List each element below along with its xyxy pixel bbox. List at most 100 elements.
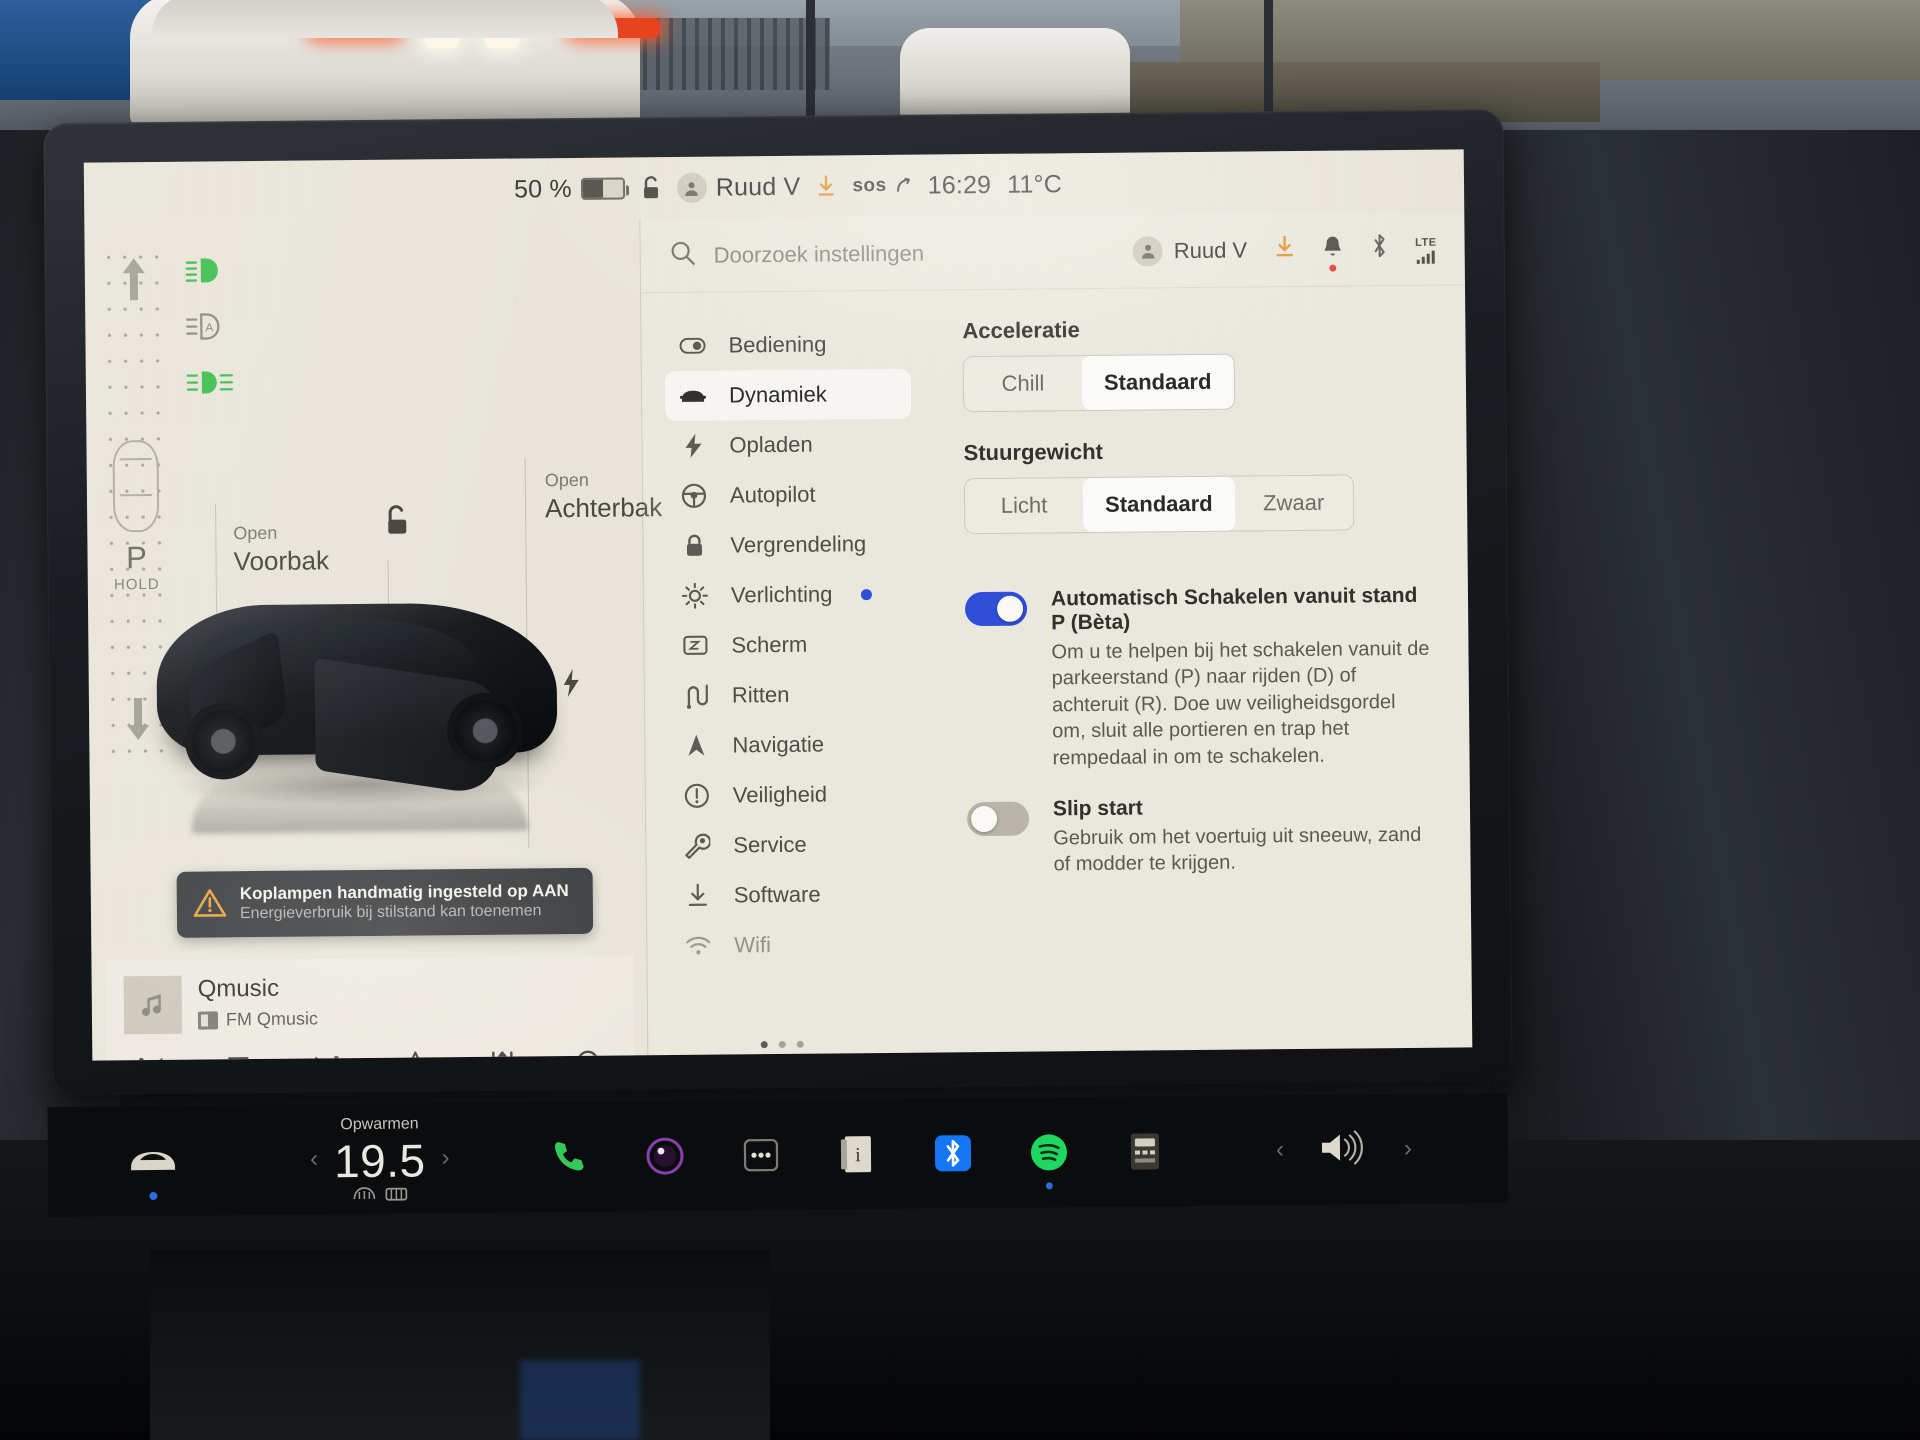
temp-decrease-button[interactable]: ‹ [310,1145,318,1173]
bluetooth-icon[interactable] [1369,233,1389,264]
page-dot [796,1040,804,1048]
next-button[interactable] [309,1051,343,1061]
media-player[interactable]: Qmusic FM Qmusic [105,955,635,1061]
speaker-volume-icon[interactable] [1318,1128,1370,1171]
camera-app-icon[interactable] [641,1133,687,1179]
reverse-light-left [425,34,459,48]
sidebar-item-opladen[interactable]: Opladen [665,419,911,471]
owners-manual-icon[interactable]: i [833,1131,879,1177]
settings-profile-chip[interactable]: Ruud V [1132,235,1248,267]
vehicle-front-wheel [184,702,262,780]
search-media-button[interactable] [574,1048,606,1061]
sidebar-item-label: Software [733,881,821,908]
previous-button[interactable] [134,1053,168,1061]
tail-light-right [570,18,660,38]
car-front-icon[interactable] [126,1142,180,1200]
sidebar-item-label: Scherm [731,631,808,658]
unlocked-padlock-icon[interactable] [641,175,661,201]
steering-option-standaard[interactable]: Standaard [1082,476,1235,533]
search-input[interactable]: Doorzoek instellingen [670,236,1115,271]
exclamation-circle-icon [683,783,711,809]
favorite-button[interactable] [399,1050,431,1061]
clock-label: 16:29 [927,170,992,200]
touchscreen-bezel: 50 % Ruud V sos 16:29 11°C P HOLD A Open… [43,109,1513,1095]
lte-signal-icon[interactable]: LTE [1415,233,1437,264]
download-icon[interactable] [1273,235,1295,264]
sidebar-item-label: Service [733,831,807,858]
media-title: Qmusic [197,974,280,1003]
volume-up-button[interactable]: › [1404,1135,1412,1163]
steering-option-licht[interactable]: Licht [965,478,1084,533]
acceleration-option-chill[interactable]: Chill [964,356,1083,411]
sidebar-item-verlichting[interactable]: Verlichting [667,569,913,621]
unlocked-padlock-icon[interactable] [383,504,411,543]
sidebar-item-label: Veiligheid [732,781,828,808]
vehicle-rear-wheel [446,692,524,770]
calculator-app-icon[interactable] [1121,1128,1167,1174]
sos-label: sos [852,174,887,197]
sidebar-item-veiligheid[interactable]: Veiligheid [669,769,915,821]
white-car-right [900,28,1130,120]
settings-content: Acceleratie Chill Standaard Stuurgewicht… [928,285,1472,1052]
music-note-icon [141,993,161,1016]
steering-segmented-control[interactable]: Licht Standaard Zwaar [963,474,1354,535]
toggle-switch-icon [678,337,706,354]
sidebar-item-navigatie[interactable]: Navigatie [668,719,914,771]
svg-text:i: i [855,1144,861,1166]
vehicle-3d-render[interactable] [128,550,591,844]
sidebar-item-ritten[interactable]: Ritten [668,669,914,721]
phone-app-icon[interactable] [545,1134,591,1180]
charge-bolt-icon[interactable] [561,668,583,703]
profile-chip[interactable]: Ruud V [676,172,801,203]
sidebar-item-label: Navigatie [732,731,825,758]
arrow-up-icon[interactable] [119,256,149,307]
settings-nav[interactable]: Bediening Dynamiek Opladen Autopilot Ver… [642,291,935,1056]
search-placeholder: Doorzoek instellingen [713,240,925,268]
sidebar-item-dynamiek[interactable]: Dynamiek [664,368,912,422]
sidebar-item-label: Wifi [734,932,772,958]
navigation-arrow-icon [682,733,710,759]
steering-wheel-icon [680,483,708,509]
slip-start-setting-row: Slip start Gebruik om het voertuig uit s… [966,794,1435,879]
battery-status[interactable]: 50 % [514,174,625,204]
sidebar-item-software[interactable]: Software [670,869,916,921]
lte-label: LTE [1415,236,1437,249]
temp-increase-button[interactable]: › [441,1144,449,1172]
volume-down-button[interactable]: ‹ [1276,1136,1284,1164]
steering-title: Stuurgewicht [963,438,1104,466]
sidebar-item-bediening[interactable]: Bediening [664,319,910,371]
equalizer-button[interactable] [487,1050,519,1061]
stop-button[interactable] [224,1052,254,1061]
active-app-dot [1045,1182,1053,1190]
slip-start-toggle[interactable] [966,801,1030,837]
reverse-light-right [485,34,519,48]
bluetooth-app-icon[interactable] [929,1130,975,1176]
sidebar-item-label: Opladen [729,431,813,458]
bell-icon[interactable] [1321,235,1343,272]
tesla-touchscreen[interactable]: 50 % Ruud V sos 16:29 11°C P HOLD A Open… [83,149,1473,1061]
spotify-app-icon[interactable] [1025,1129,1071,1190]
sos-button[interactable]: sos [852,175,911,198]
app-launcher-row: i [545,1128,1167,1190]
volume-control[interactable]: ‹ › [1276,1127,1412,1171]
sidebar-item-scherm[interactable]: Scherm [667,619,913,671]
acceleration-option-standaard[interactable]: Standaard [1081,354,1234,411]
acceleration-segmented-control[interactable]: Chill Standaard [962,353,1235,413]
sidebar-item-vergrendeling[interactable]: Vergrendeling [666,519,912,571]
auto-shift-toggle[interactable] [964,591,1028,627]
sidebar-item-wifi[interactable]: Wifi [670,919,916,971]
warning-toast[interactable]: Koplampen handmatig ingesteld op AAN Ene… [176,867,594,938]
sidebar-item-autopilot[interactable]: Autopilot [666,469,912,521]
download-icon[interactable] [816,174,836,198]
more-apps-icon[interactable] [737,1132,783,1178]
sun-brightness-icon [681,582,709,609]
page-indicator-dots [760,1040,804,1049]
sidebar-item-service[interactable]: Service [669,819,915,871]
steering-option-zwaar[interactable]: Zwaar [1234,475,1353,530]
frunk-kicker: Open [233,522,278,544]
climate-control[interactable]: ‹ Opwarmen 19.5 › [310,1115,450,1202]
media-source: FM Qmusic [197,1008,318,1030]
climate-mode-label: Opwarmen [340,1115,419,1134]
profile-name-label: Ruud V [715,172,801,202]
auto-shift-setting-row: Automatisch Schakelen vanuit stand P (Bè… [964,584,1434,772]
